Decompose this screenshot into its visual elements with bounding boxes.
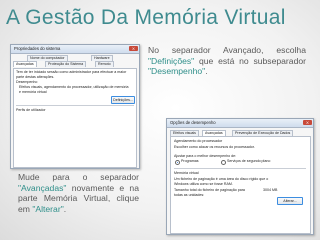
performance-options-dialog: Opções de desempenho X Efeitos visuais A… — [166, 118, 314, 235]
advanced-panel: Tem de ter iniciado sessão como administ… — [13, 68, 137, 168]
instruction-1-part-1: No separador Avançado, escolha — [148, 45, 306, 55]
close-icon[interactable]: X — [129, 46, 138, 51]
instruction-1-part-3: que está no subseparador — [194, 55, 306, 66]
admin-note: Tem de ter iniciado sessão como administ… — [16, 70, 127, 79]
virtual-memory-header: Memória virtual — [174, 171, 199, 175]
instruction-2-part-1: Mude para o separador — [18, 172, 139, 182]
instruction-text-2: Mude para o separador "Avançadas" novame… — [18, 172, 139, 214]
scheduling-description: Escolher como alocar os recursos do proc… — [174, 145, 255, 149]
radio-programs[interactable] — [175, 160, 180, 165]
tab-remoto[interactable]: Remoto — [95, 61, 114, 67]
performance-options-titlebar: Opções de desempenho X — [167, 119, 313, 128]
performance-header: Desempenho — [16, 80, 38, 84]
system-properties-dialog: Propriedades do sistema X Nome do comput… — [10, 44, 140, 169]
slide-title: A Gestão Da Memória Virtual — [6, 6, 286, 29]
performance-options-tabs: Efeitos visuais Avançadas Prevenção de E… — [167, 128, 313, 136]
tab-avancadas[interactable]: Avançadas — [13, 61, 37, 67]
instruction-1-part-5: . — [205, 66, 208, 77]
paging-file-total-label: Tamanho total do ficheiro de paginação p… — [174, 188, 245, 197]
performance-description: Efeitos visuais, agendamento do processa… — [19, 85, 129, 94]
settings-button[interactable]: Definições... — [111, 96, 135, 104]
radio-programs-label: Programas — [181, 159, 199, 163]
close-icon[interactable]: X — [303, 120, 312, 125]
radio-background-services[interactable] — [221, 160, 226, 165]
paging-file-total-value: 3004 MB — [263, 188, 278, 192]
instruction-1-highlight-definicoes: "Definições" — [148, 55, 195, 66]
instruction-2-highlight-alterar: "Alterar" — [32, 203, 64, 214]
radio-background-services-label: Serviços de segundo plano — [227, 159, 271, 163]
instruction-1-highlight-desempenho: "Desempenho" — [148, 66, 206, 77]
instruction-2-part-5: . — [63, 203, 67, 214]
tab-proteccao-do-sistema[interactable]: Protecção do Sistema — [45, 61, 87, 67]
scheduling-header: Agendamento do processador — [174, 139, 223, 143]
system-properties-titlebar: Propriedades do sistema X — [11, 45, 139, 54]
divider — [174, 168, 306, 169]
change-button[interactable]: Alterar... — [277, 197, 303, 205]
instruction-2-highlight-avancadas: "Avançadas" — [18, 182, 67, 193]
system-properties-tabs: Nome do computador Hardware Avançadas Pr… — [11, 54, 139, 68]
adjust-label: Ajustar para o melhor desempenho de: — [174, 154, 237, 158]
instruction-text-1: No separador Avançado, escolha "Definiçõ… — [148, 45, 306, 77]
performance-advanced-panel: Agendamento do processador Escolher como… — [170, 136, 311, 234]
performance-options-title: Opções de desempenho — [170, 120, 216, 125]
virtual-memory-description: Um ficheiro de paginação é uma área do d… — [174, 177, 269, 186]
divider — [16, 105, 134, 106]
profiles-header: Perfis de utilizador — [16, 108, 46, 112]
system-properties-title: Propriedades do sistema — [14, 46, 61, 51]
